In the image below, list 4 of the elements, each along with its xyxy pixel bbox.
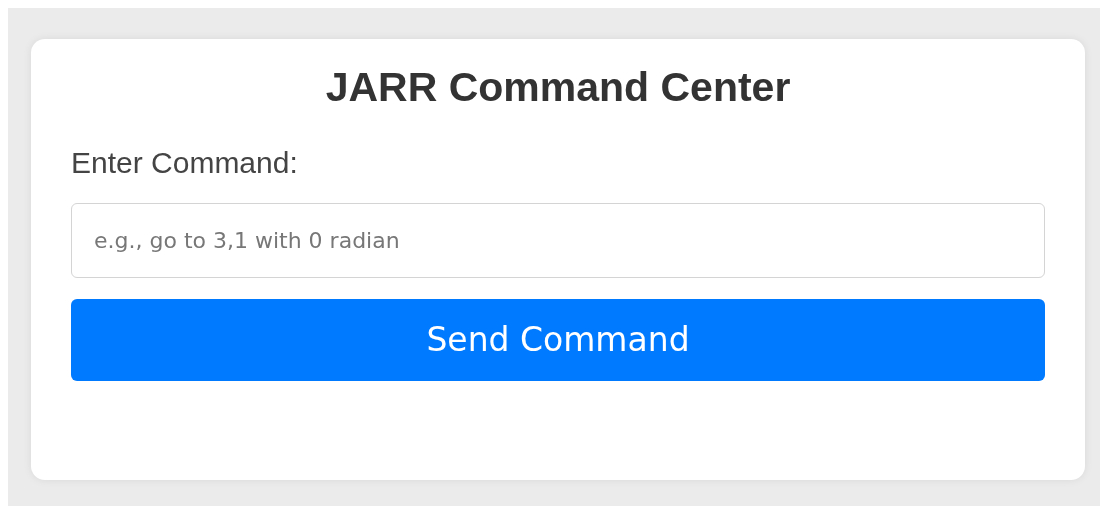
command-field[interactable]: e.g., go to 3,1 with 0 radian [71, 203, 1045, 278]
page-title: JARR Command Center [324, 63, 792, 111]
send-button[interactable]: Send Command [71, 299, 1045, 381]
field-label: Enter Command: [71, 145, 299, 181]
